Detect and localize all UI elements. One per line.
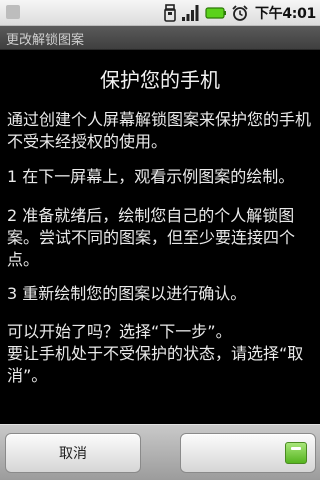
status-time: 下午4:01 <box>254 6 316 22</box>
cancel-button[interactable]: 取消 <box>5 433 141 473</box>
ready-text: 可以开始了吗？选择“下一步”。 <box>7 322 232 341</box>
status-icons: 下午4:01 <box>163 2 316 24</box>
button-bar: 取消 <box>0 424 320 480</box>
signal-strength-icon <box>181 5 199 21</box>
main-content: 保护您的手机 通过创建个人屏幕解锁图案来保护您的手机不受未经授权的使用。 1 在… <box>0 50 320 424</box>
cancel-button-label: 取消 <box>59 446 87 462</box>
window-title: 更改解锁图案 <box>6 33 85 48</box>
cancel-hint-text: 要让手机处于不受保护的状态，请选择“取消”。 <box>7 344 304 385</box>
title-bar: 更改解锁图案 <box>0 26 320 50</box>
sd-card-icon <box>164 4 176 22</box>
battery-icon <box>205 7 226 19</box>
alarm-clock-icon <box>232 5 248 21</box>
intro-text: 通过创建个人屏幕解锁图案来保护您的手机不受未经授权的使用。 <box>7 110 312 151</box>
step-2-text: 2 准备就绪后，绘制您自己的个人解锁图案。尝试不同的图案，但至少要连接四个点。 <box>7 206 296 269</box>
next-indicator-icon <box>285 442 307 464</box>
step-1-text: 1 在下一屏幕上，观看示例图案的绘制。 <box>7 167 295 186</box>
screen: 下午4:01 更改解锁图案 保护您的手机 通过创建个人屏幕解锁图案来保护您的手机… <box>0 0 320 480</box>
page-heading: 保护您的手机 <box>100 68 220 92</box>
unknown-notification-icon <box>6 5 20 19</box>
status-bar: 下午4:01 <box>0 0 320 26</box>
step-3-text: 3 重新绘制您的图案以进行确认。 <box>7 284 247 303</box>
next-button[interactable] <box>180 433 316 473</box>
